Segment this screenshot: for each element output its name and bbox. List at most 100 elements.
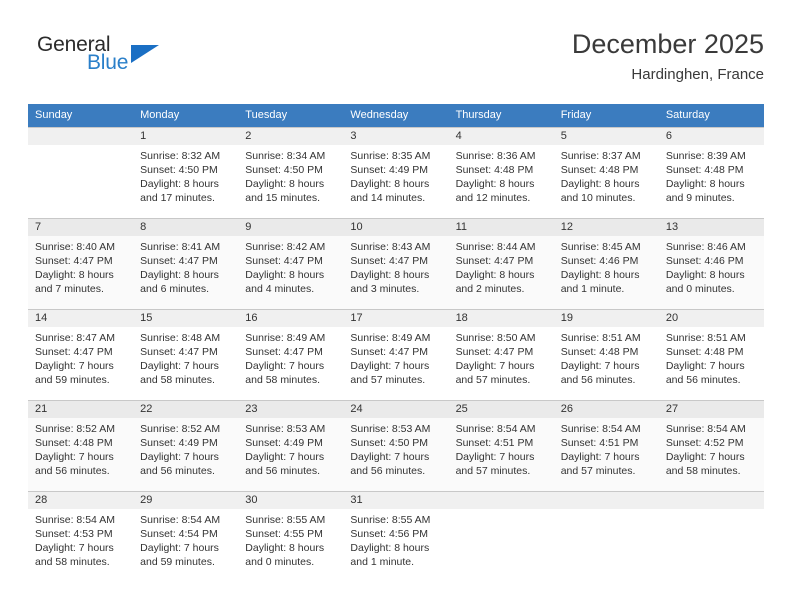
- calendar-day-cell[interactable]: 27 Sunrise: 8:54 AM Sunset: 4:52 PM Dayligh…: [658, 400, 764, 492]
- daylight-text-line1: Daylight: 7 hours: [140, 451, 219, 463]
- daylight-text-line1: Daylight: 7 hours: [35, 451, 114, 463]
- calendar-day-cell[interactable]: 29 Sunrise: 8:54 AM Sunset: 4:54 PM Dayligh…: [133, 491, 239, 582]
- calendar-day-cell[interactable]: 15 Sunrise: 8:48 AM Sunset: 4:47 PM Dayligh…: [133, 309, 239, 401]
- day-number: 5: [553, 128, 659, 145]
- general-blue-logo[interactable]: General Blue: [28, 33, 208, 89]
- calendar-day-cell[interactable]: 25 Sunrise: 8:54 AM Sunset: 4:51 PM Dayligh…: [448, 400, 554, 492]
- calendar-day-cell[interactable]: 8 Sunrise: 8:41 AM Sunset: 4:47 PM Daylight…: [133, 218, 239, 310]
- calendar-day-cell[interactable]: 18 Sunrise: 8:50 AM Sunset: 4:47 PM Dayligh…: [448, 309, 554, 401]
- calendar-day-cell[interactable]: 31 Sunrise: 8:55 AM Sunset: 4:56 PM Dayligh…: [343, 491, 449, 582]
- day-sun-info: Sunrise: 8:41 AM Sunset: 4:47 PM Daylight:…: [133, 236, 238, 296]
- daylight-text-line1: Daylight: 7 hours: [245, 451, 325, 463]
- day-sun-info: Sunrise: 8:52 AM Sunset: 4:49 PM Daylight:…: [133, 418, 238, 478]
- calendar-day-cell[interactable]: 16 Sunrise: 8:49 AM Sunset: 4:47 PM Dayligh…: [238, 309, 344, 401]
- calendar-day-cell[interactable]: 11 Sunrise: 8:44 AM Sunset: 4:47 PM Dayligh…: [448, 218, 554, 310]
- daylight-text-line2: and 58 minutes.: [35, 556, 110, 568]
- day-number: 29: [133, 492, 239, 509]
- sunrise-text: Sunrise: 8:49 AM: [350, 332, 431, 344]
- calendar-day-cell[interactable]: 30 Sunrise: 8:55 AM Sunset: 4:55 PM Dayligh…: [238, 491, 344, 582]
- sunset-text: Sunset: 4:55 PM: [245, 528, 323, 540]
- day-number: 7: [28, 219, 134, 236]
- sunrise-text: Sunrise: 8:53 AM: [245, 423, 326, 435]
- day-sun-info: Sunrise: 8:47 AM Sunset: 4:47 PM Daylight:…: [28, 327, 133, 387]
- calendar-day-cell[interactable]: 7 Sunrise: 8:40 AM Sunset: 4:47 PM Daylight…: [28, 218, 134, 310]
- calendar-day-cell[interactable]: 5 Sunrise: 8:37 AM Sunset: 4:48 PM Daylight…: [553, 127, 659, 219]
- calendar-table: Sunday Monday Tuesday Wednesday Thursday…: [28, 104, 764, 582]
- daylight-text-line2: and 59 minutes.: [140, 556, 215, 568]
- day-number: 22: [133, 401, 239, 418]
- daylight-text-line2: and 56 minutes.: [560, 374, 636, 386]
- calendar-day-cell[interactable]: 12 Sunrise: 8:45 AM Sunset: 4:46 PM Dayligh…: [553, 218, 659, 310]
- sunset-text: Sunset: 4:48 PM: [665, 164, 744, 176]
- daylight-text-line2: and 56 minutes.: [665, 374, 741, 386]
- calendar-day-cell[interactable]: 14 Sunrise: 8:47 AM Sunset: 4:47 PM Dayligh…: [28, 309, 134, 401]
- calendar-day-cell[interactable]: 28 Sunrise: 8:54 AM Sunset: 4:53 PM Dayligh…: [28, 491, 134, 582]
- sunrise-text: Sunrise: 8:35 AM: [350, 150, 431, 162]
- sunrise-text: Sunrise: 8:34 AM: [245, 150, 326, 162]
- day-number: 17: [343, 310, 449, 327]
- day-sun-info: Sunrise: 8:49 AM Sunset: 4:47 PM Daylight:…: [238, 327, 343, 387]
- daylight-text-line1: Daylight: 8 hours: [665, 269, 745, 281]
- daylight-text-line1: Daylight: 8 hours: [560, 269, 640, 281]
- sunrise-text: Sunrise: 8:43 AM: [350, 241, 431, 253]
- calendar-day-cell[interactable]: 20 Sunrise: 8:51 AM Sunset: 4:48 PM Dayligh…: [658, 309, 764, 401]
- calendar-day-cell[interactable]: 13 Sunrise: 8:46 AM Sunset: 4:46 PM Dayligh…: [658, 218, 764, 310]
- sunset-text: Sunset: 4:47 PM: [140, 346, 218, 358]
- calendar-day-cell[interactable]: 3 Sunrise: 8:35 AM Sunset: 4:49 PM Daylight…: [343, 127, 449, 219]
- sunrise-text: Sunrise: 8:41 AM: [140, 241, 221, 253]
- calendar-day-cell[interactable]: 2 Sunrise: 8:34 AM Sunset: 4:50 PM Daylight…: [238, 127, 344, 219]
- sunset-text: Sunset: 4:48 PM: [35, 437, 113, 449]
- day-sun-info: Sunrise: 8:40 AM Sunset: 4:47 PM Daylight:…: [28, 236, 133, 296]
- sunset-text: Sunset: 4:54 PM: [140, 528, 218, 540]
- calendar-cell-empty: [658, 491, 764, 582]
- calendar-day-cell[interactable]: 24 Sunrise: 8:53 AM Sunset: 4:50 PM Dayligh…: [343, 400, 449, 492]
- page-header: General Blue December 2025 Hardinghen, F…: [28, 28, 764, 98]
- daylight-text-line1: Daylight: 8 hours: [350, 542, 430, 554]
- day-sun-info: Sunrise: 8:54 AM Sunset: 4:51 PM Daylight:…: [554, 418, 659, 478]
- day-sun-info: Sunrise: 8:36 AM Sunset: 4:48 PM Daylight:…: [449, 145, 554, 205]
- calendar-day-cell[interactable]: 9 Sunrise: 8:42 AM Sunset: 4:47 PM Daylight…: [238, 218, 344, 310]
- sunset-text: Sunset: 4:51 PM: [455, 437, 534, 449]
- sunrise-text: Sunrise: 8:46 AM: [665, 241, 746, 253]
- day-sun-info: Sunrise: 8:44 AM Sunset: 4:47 PM Daylight:…: [449, 236, 554, 296]
- daylight-text-line2: and 58 minutes.: [245, 374, 320, 386]
- sunset-text: Sunset: 4:47 PM: [140, 255, 218, 267]
- sunrise-text: Sunrise: 8:39 AM: [665, 150, 746, 162]
- calendar-day-cell[interactable]: 1 Sunrise: 8:32 AM Sunset: 4:50 PM Daylight…: [133, 127, 239, 219]
- daylight-text-line2: and 0 minutes.: [665, 283, 735, 295]
- calendar-day-cell[interactable]: 26 Sunrise: 8:54 AM Sunset: 4:51 PM Dayligh…: [553, 400, 659, 492]
- calendar-body: 1 Sunrise: 8:32 AM Sunset: 4:50 PM Daylight…: [28, 127, 764, 582]
- sunrise-text: Sunrise: 8:55 AM: [245, 514, 326, 526]
- day-sun-info: Sunrise: 8:48 AM Sunset: 4:47 PM Daylight:…: [133, 327, 238, 387]
- daylight-text-line1: Daylight: 7 hours: [665, 451, 745, 463]
- day-number: 28: [28, 492, 134, 509]
- calendar-day-cell[interactable]: 19 Sunrise: 8:51 AM Sunset: 4:48 PM Dayligh…: [553, 309, 659, 401]
- day-number: 21: [28, 401, 134, 418]
- calendar-day-cell[interactable]: 23 Sunrise: 8:53 AM Sunset: 4:49 PM Dayligh…: [238, 400, 344, 492]
- weekday-header-sunday: Sunday: [28, 104, 134, 128]
- calendar-day-cell[interactable]: 17 Sunrise: 8:49 AM Sunset: 4:47 PM Dayligh…: [343, 309, 449, 401]
- sunset-text: Sunset: 4:47 PM: [245, 346, 323, 358]
- calendar-day-cell[interactable]: 22 Sunrise: 8:52 AM Sunset: 4:49 PM Dayligh…: [133, 400, 239, 492]
- sunset-text: Sunset: 4:56 PM: [350, 528, 429, 540]
- day-sun-info: Sunrise: 8:53 AM Sunset: 4:50 PM Daylight:…: [343, 418, 448, 478]
- day-number: 15: [133, 310, 239, 327]
- sunset-text: Sunset: 4:46 PM: [665, 255, 744, 267]
- day-number: 9: [238, 219, 344, 236]
- calendar-day-cell[interactable]: 6 Sunrise: 8:39 AM Sunset: 4:48 PM Daylight…: [658, 127, 764, 219]
- daylight-text-line2: and 10 minutes.: [560, 192, 636, 204]
- day-sun-info: Sunrise: 8:51 AM Sunset: 4:48 PM Daylight:…: [659, 327, 764, 387]
- calendar-day-cell[interactable]: 21 Sunrise: 8:52 AM Sunset: 4:48 PM Dayligh…: [28, 400, 134, 492]
- daylight-text-line1: Daylight: 7 hours: [350, 451, 430, 463]
- daylight-text-line2: and 57 minutes.: [560, 465, 636, 477]
- day-number: 30: [238, 492, 344, 509]
- day-sun-info: Sunrise: 8:53 AM Sunset: 4:49 PM Daylight:…: [238, 418, 343, 478]
- calendar-day-cell[interactable]: 10 Sunrise: 8:43 AM Sunset: 4:47 PM Dayligh…: [343, 218, 449, 310]
- day-sun-info: Sunrise: 8:35 AM Sunset: 4:49 PM Daylight:…: [343, 145, 448, 205]
- daylight-text-line1: Daylight: 7 hours: [560, 451, 640, 463]
- calendar-week-row: 14 Sunrise: 8:47 AM Sunset: 4:47 PM Dayligh…: [28, 309, 764, 401]
- daylight-text-line2: and 6 minutes.: [140, 283, 210, 295]
- sunrise-text: Sunrise: 8:54 AM: [35, 514, 115, 526]
- calendar-day-cell[interactable]: 4 Sunrise: 8:36 AM Sunset: 4:48 PM Daylight…: [448, 127, 554, 219]
- daylight-text-line1: Daylight: 7 hours: [560, 360, 640, 372]
